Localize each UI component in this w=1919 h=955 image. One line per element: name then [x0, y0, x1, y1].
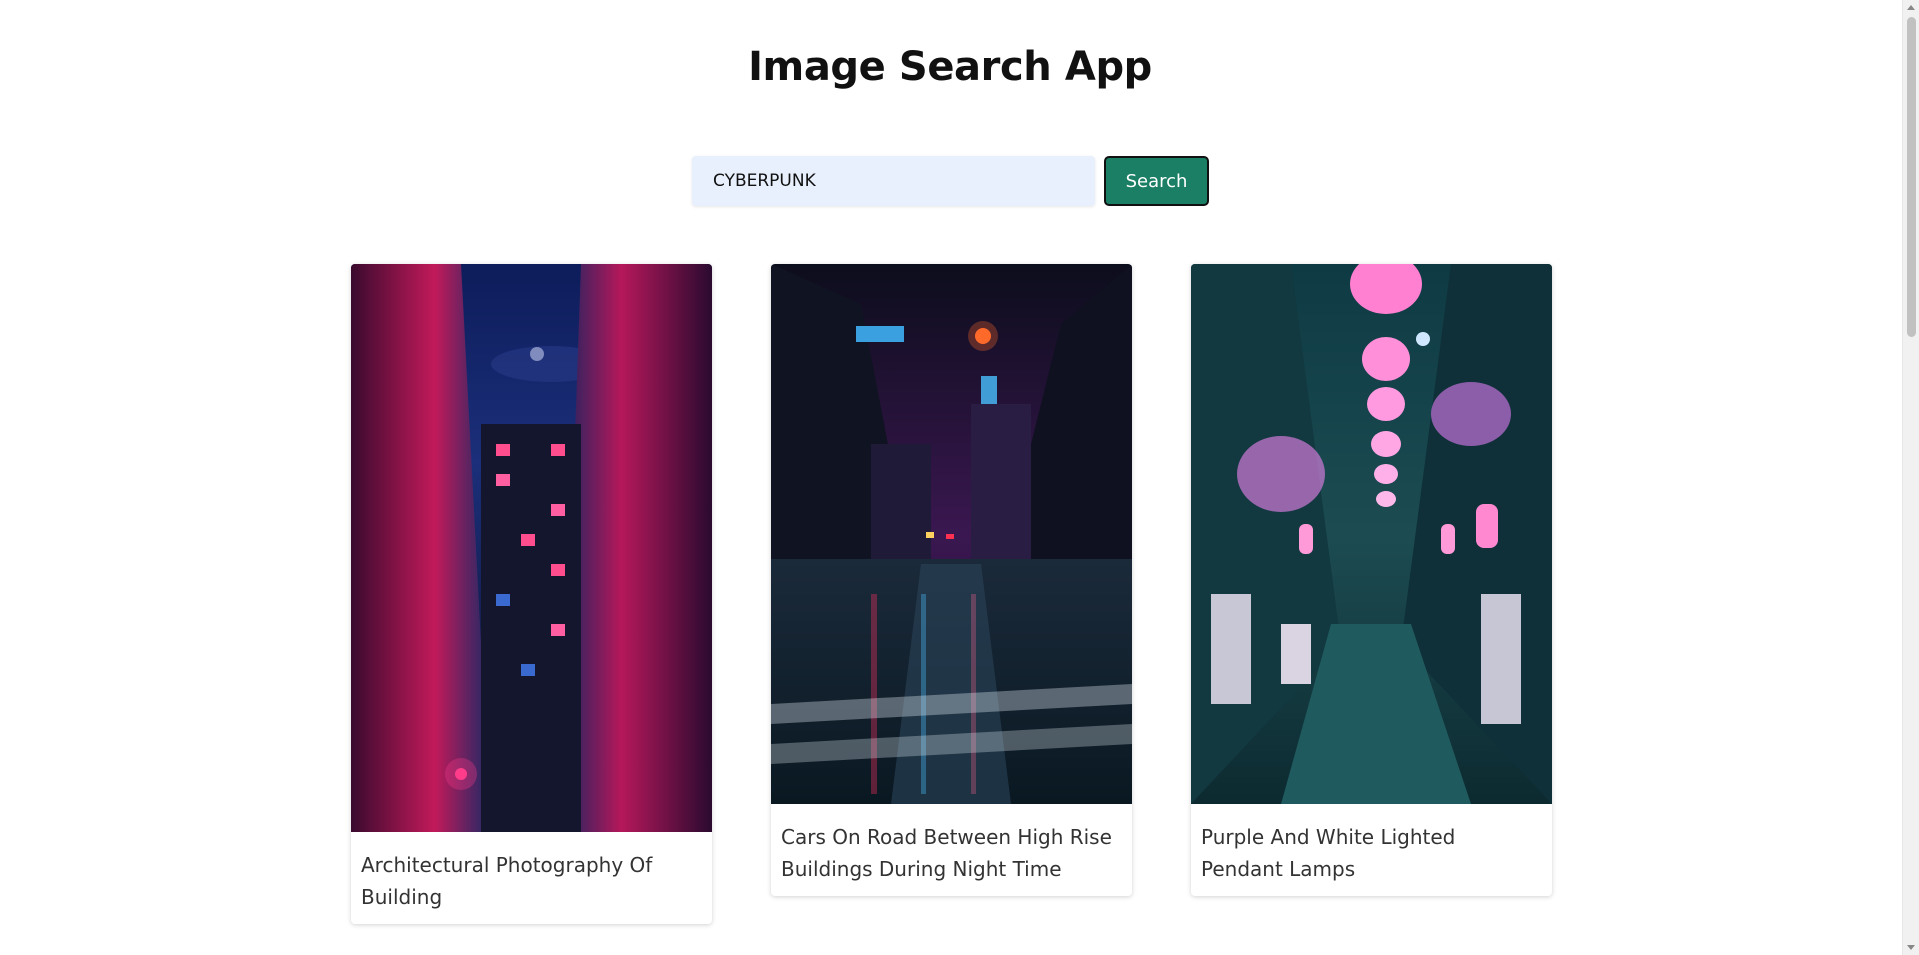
- scrollbar-thumb[interactable]: [1907, 17, 1916, 337]
- result-image: [771, 264, 1132, 804]
- result-card[interactable]: Architectural Photography Of Building: [351, 264, 712, 924]
- result-card[interactable]: Cars On Road Between High Rise Buildings…: [771, 264, 1132, 896]
- scroll-up-icon[interactable]: [1907, 5, 1915, 10]
- search-input[interactable]: [692, 156, 1095, 206]
- result-caption: Architectural Photography Of Building: [361, 853, 653, 909]
- search-bar: Search: [692, 156, 1209, 206]
- scroll-down-icon[interactable]: [1907, 945, 1915, 950]
- result-caption: Purple And White Lighted Pendant Lamps: [1201, 825, 1456, 881]
- search-button[interactable]: Search: [1104, 156, 1209, 206]
- image-search-page: Image Search App Search: [0, 0, 1919, 955]
- result-caption: Cars On Road Between High Rise Buildings…: [781, 825, 1112, 881]
- page-title: Image Search App: [748, 44, 1152, 90]
- vertical-scrollbar[interactable]: [1902, 0, 1919, 955]
- result-image: [351, 264, 712, 832]
- result-card[interactable]: Purple And White Lighted Pendant Lamps: [1191, 264, 1552, 896]
- result-image: [1191, 264, 1552, 804]
